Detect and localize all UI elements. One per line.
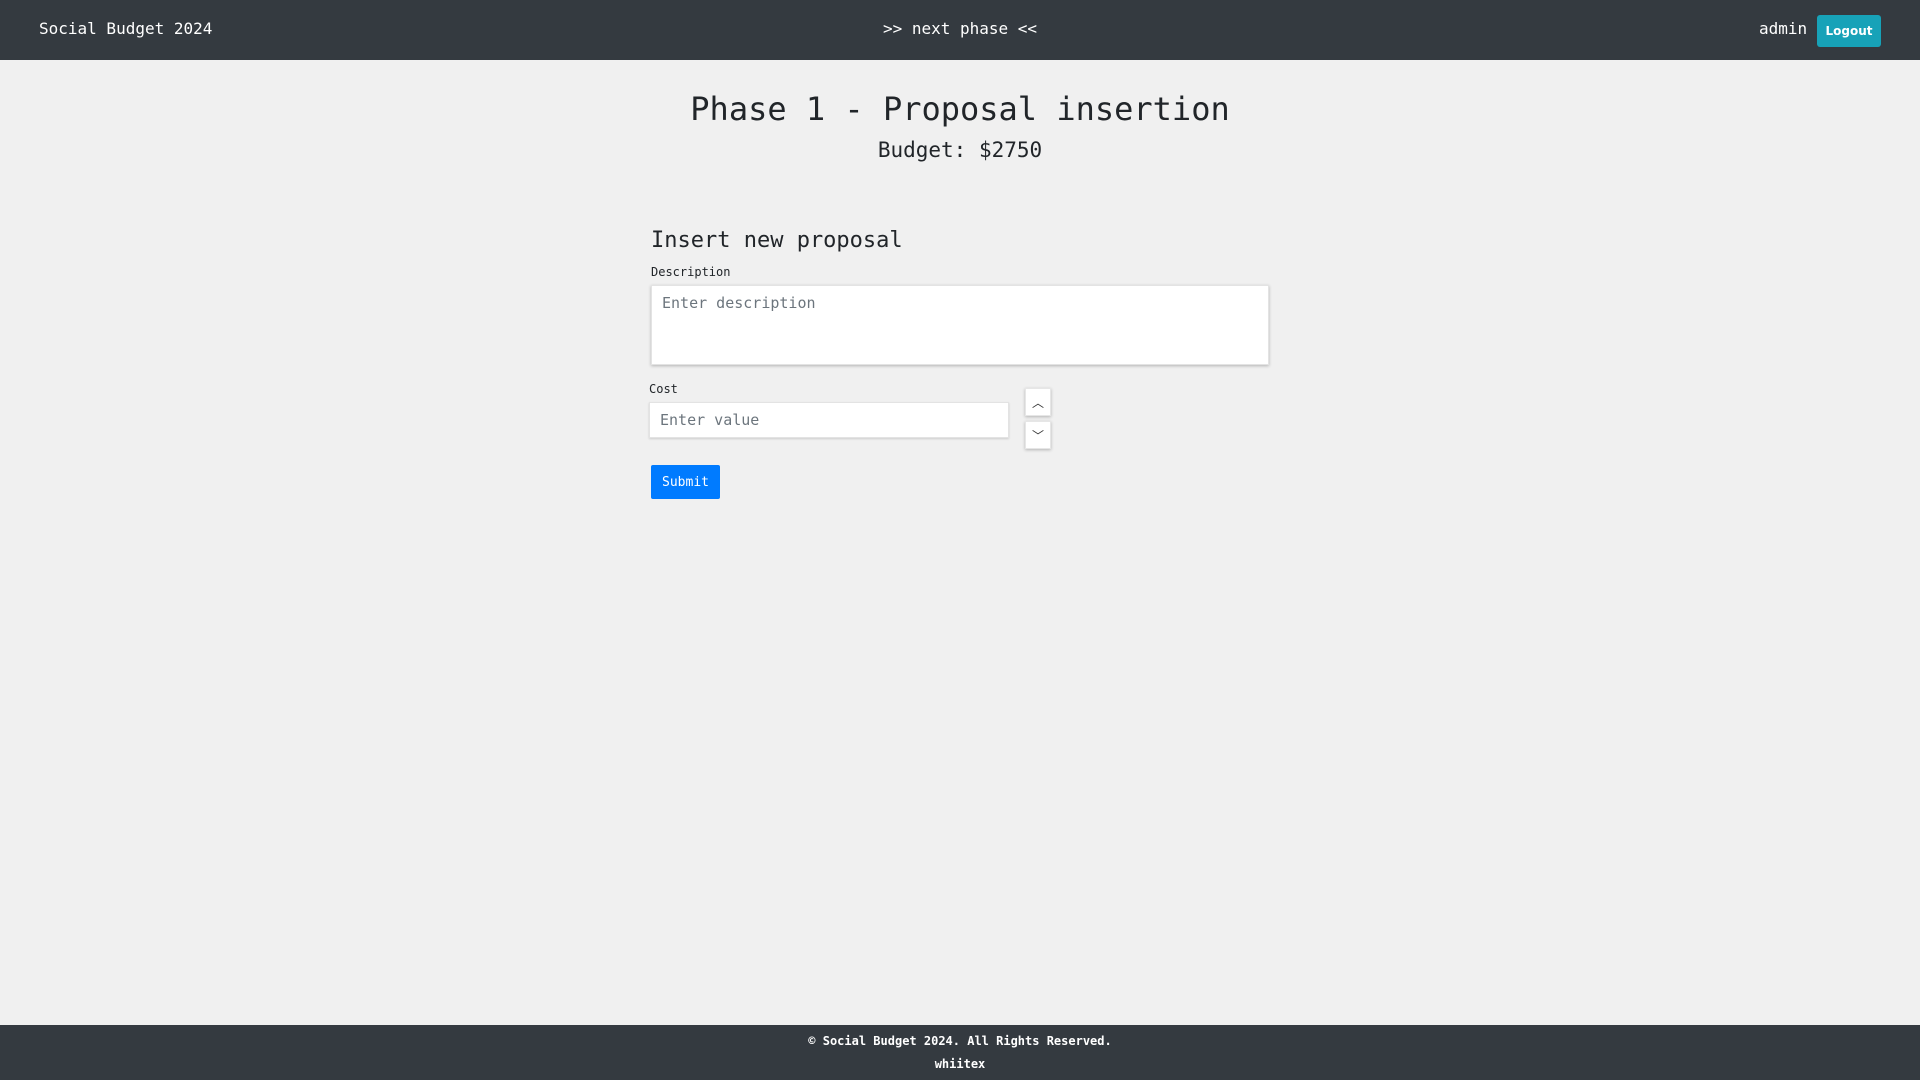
cost-increment-button[interactable]: ︿ [1025, 388, 1051, 416]
footer-copyright: © Social Budget 2024. All Rights Reserve… [808, 1034, 1112, 1048]
chevron-down-icon: ﹀ [1031, 428, 1044, 443]
form-title: Insert new proposal [651, 228, 903, 253]
next-phase-wrapper: >> next phase << [0, 19, 1920, 38]
username-label: admin [1759, 19, 1808, 38]
submit-button[interactable]: Submit [651, 465, 720, 499]
description-label: Description [651, 265, 731, 279]
page-title: Phase 1 - Proposal insertion [690, 90, 1230, 128]
cost-label: Cost [649, 382, 678, 396]
footer-author: whiitex [934, 1057, 986, 1071]
brand-link[interactable]: Social Budget 2024 [39, 19, 212, 38]
cost-field[interactable] [649, 402, 1009, 438]
logout-button[interactable]: Logout [1817, 15, 1881, 47]
description-field[interactable] [651, 285, 1269, 365]
cost-decrement-button[interactable]: ﹀ [1025, 421, 1051, 449]
page-footer: © Social Budget 2024. All Rights Reserve… [0, 1025, 1920, 1080]
budget-display: Budget: $2750 [877, 138, 1043, 162]
top-navbar: Social Budget 2024 >> next phase << admi… [0, 0, 1920, 60]
chevron-up-icon: ︿ [1031, 395, 1044, 410]
next-phase-link[interactable]: >> next phase << [883, 19, 1037, 38]
